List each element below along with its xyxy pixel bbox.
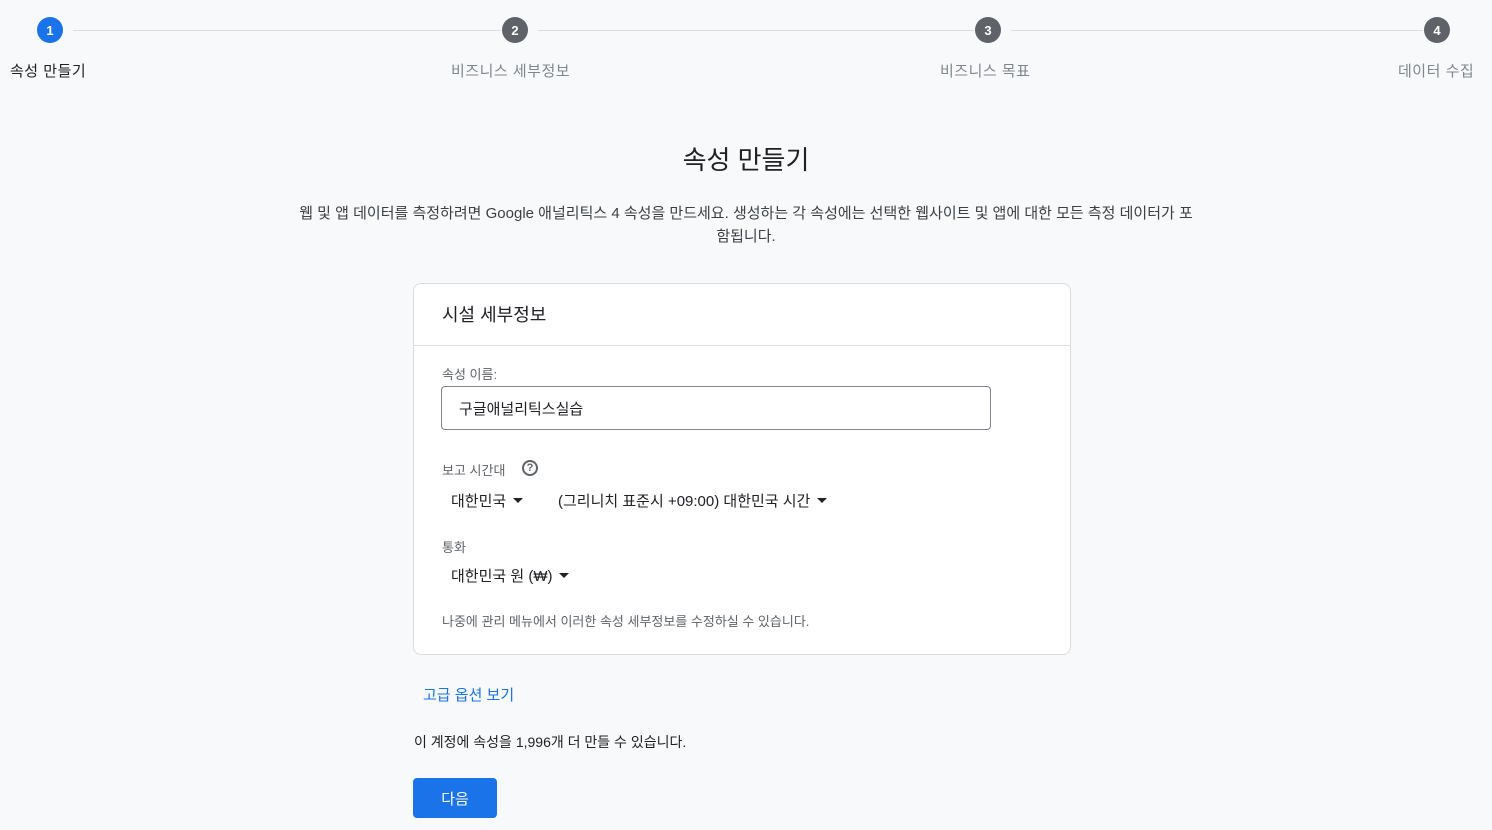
caret-down-icon bbox=[513, 498, 524, 503]
page-title: 속성 만들기 bbox=[682, 145, 810, 175]
timezone-dropdown[interactable]: (그리니치 표준시 +09:00) 대한민국 시간 bbox=[558, 490, 828, 511]
advanced-options-link[interactable]: 고급 옵션 보기 bbox=[423, 684, 514, 705]
step-connector bbox=[1011, 30, 1423, 31]
step-4-number: 4 bbox=[1424, 17, 1450, 43]
step-connector bbox=[73, 30, 501, 31]
property-name-input[interactable] bbox=[441, 386, 991, 430]
property-name-label: 속성 이름: bbox=[442, 367, 498, 382]
currency-label: 통화 bbox=[442, 540, 466, 555]
help-icon[interactable]: ? bbox=[522, 460, 538, 476]
edit-later-hint: 나중에 관리 메뉴에서 이러한 속성 세부정보를 수정하실 수 있습니다. bbox=[442, 614, 810, 629]
step-2-number: 2 bbox=[502, 17, 528, 43]
card-title: 시설 세부정보 bbox=[414, 284, 1070, 346]
property-details-card: 시설 세부정보 속성 이름: 보고 시간대 ? 대한민국 (그리니치 표준시 +… bbox=[413, 283, 1071, 655]
timezone-country-dropdown[interactable]: 대한민국 bbox=[451, 490, 524, 511]
timezone-label: 보고 시간대 bbox=[442, 463, 506, 478]
step-2-label: 비즈니스 세부정보 bbox=[451, 63, 571, 80]
caret-down-icon bbox=[817, 498, 828, 503]
step-3-number: 3 bbox=[975, 17, 1001, 43]
timezone-country-value: 대한민국 bbox=[451, 493, 507, 510]
timezone-value: (그리니치 표준시 +09:00) 대한민국 시간 bbox=[558, 493, 811, 510]
step-1-label: 속성 만들기 bbox=[10, 63, 87, 80]
next-button[interactable]: 다음 bbox=[413, 778, 497, 818]
step-connector bbox=[538, 30, 974, 31]
remaining-properties-text: 이 계정에 속성을 1,996개 더 만들 수 있습니다. bbox=[414, 734, 687, 750]
caret-down-icon bbox=[559, 573, 570, 578]
step-1-number: 1 bbox=[37, 17, 63, 43]
setup-stepper: 1 속성 만들기 2 비즈니스 세부정보 3 비즈니스 목표 4 데이터 수집 bbox=[0, 0, 1492, 90]
currency-value: 대한민국 원 (₩) bbox=[451, 568, 553, 585]
step-4-label: 데이터 수집 bbox=[1398, 63, 1475, 80]
step-3-label: 비즈니스 목표 bbox=[940, 63, 1031, 80]
currency-dropdown[interactable]: 대한민국 원 (₩) bbox=[451, 565, 570, 586]
page-description: 웹 및 앱 데이터를 측정하려면 Google 애널리틱스 4 속성을 만드세요… bbox=[299, 205, 1193, 245]
